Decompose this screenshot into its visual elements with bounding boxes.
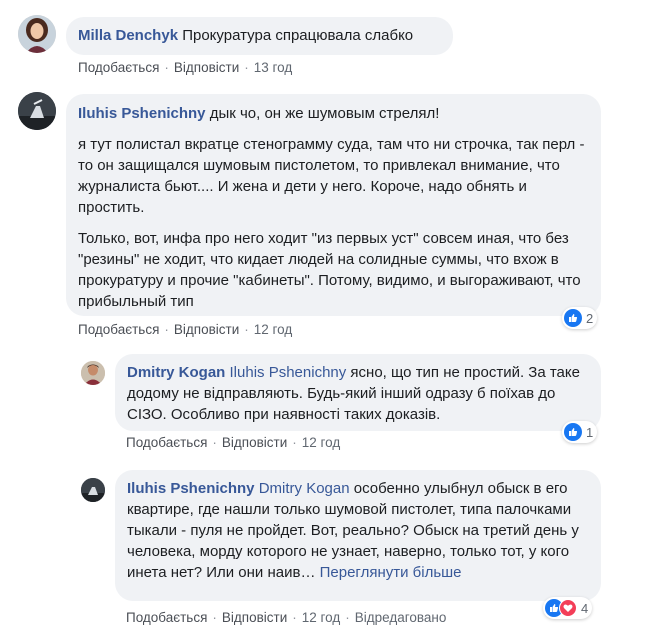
comment-bubble: Dmitry Kogan Iluhis Pshenichny ясно, що … (115, 354, 601, 431)
comment-text: дык чо, он же шумовым стрелял! (209, 105, 440, 122)
comment-bubble: Iluhis Pshenichny Dmitry Kogan особенно … (115, 470, 601, 601)
reply-link[interactable]: Відповісти (174, 60, 239, 75)
reply-link[interactable]: Відповісти (174, 322, 239, 337)
reactions-summary[interactable]: 4 (543, 597, 593, 619)
comment-time[interactable]: 12 год (254, 322, 292, 337)
like-link[interactable]: Подобається (78, 322, 159, 337)
comment-author[interactable]: Iluhis Pshenichny (78, 105, 206, 122)
comment-actions: Подобається · Відповісти · 12 год · Відредагов… (126, 610, 447, 625)
like-link[interactable]: Подобається (126, 610, 207, 625)
like-reaction-icon (564, 423, 582, 441)
avatar[interactable] (18, 15, 56, 53)
avatar-image (81, 361, 105, 385)
like-link[interactable]: Подобається (126, 435, 207, 450)
love-reaction-icon (559, 599, 577, 617)
comment-text: Прокуратура спрацювала слабко (182, 27, 414, 44)
comment-bubble: Iluhis Pshenichny дык чо, он же шумовым … (66, 94, 601, 316)
comment-time[interactable]: 13 год (254, 60, 292, 75)
comment-actions: Подобається · Відповісти · 12 год (78, 322, 293, 337)
comment-paragraph: я тут полистал вкратце стенограмму суда,… (78, 136, 585, 216)
comment-time[interactable]: 12 год (302, 610, 340, 625)
reply-link[interactable]: Відповісти (222, 435, 287, 450)
comment-bubble: Milla Denchyk Прокуратура спрацювала сла… (66, 17, 453, 55)
edited-label: Відредаговано (354, 610, 447, 625)
avatar-image (81, 478, 105, 502)
comment-actions: Подобається · Відповісти · 12 год (126, 435, 341, 450)
avatar[interactable] (81, 478, 105, 502)
comment-author[interactable]: Dmitry Kogan (127, 364, 225, 381)
comment-first-line: Iluhis Pshenichny дык чо, он же шумовым … (78, 103, 589, 124)
comment-paragraph: Только, вот, инфа про него ходит "из пер… (78, 230, 581, 310)
see-more-link[interactable]: Переглянути більше (320, 564, 462, 581)
reactions-summary[interactable]: 2 (562, 307, 598, 329)
comment-time[interactable]: 12 год (302, 435, 340, 450)
like-reaction-icon (564, 309, 582, 327)
avatar[interactable] (81, 361, 105, 385)
comment-author[interactable]: Milla Denchyk (78, 27, 178, 44)
mention-link[interactable]: Dmitry Kogan (259, 480, 350, 497)
avatar-image (18, 15, 56, 53)
avatar-image (18, 92, 56, 130)
avatar[interactable] (18, 92, 56, 130)
reply-link[interactable]: Відповісти (222, 610, 287, 625)
reaction-count: 4 (581, 600, 589, 616)
mention-link[interactable]: Iluhis Pshenichny (230, 364, 347, 381)
reaction-count: 2 (586, 310, 594, 326)
like-link[interactable]: Подобається (78, 60, 159, 75)
comment-actions: Подобається · Відповісти · 13 год (78, 60, 293, 75)
reaction-count: 1 (586, 424, 594, 440)
comment-author[interactable]: Iluhis Pshenichny (127, 480, 255, 497)
reactions-summary[interactable]: 1 (562, 421, 598, 443)
